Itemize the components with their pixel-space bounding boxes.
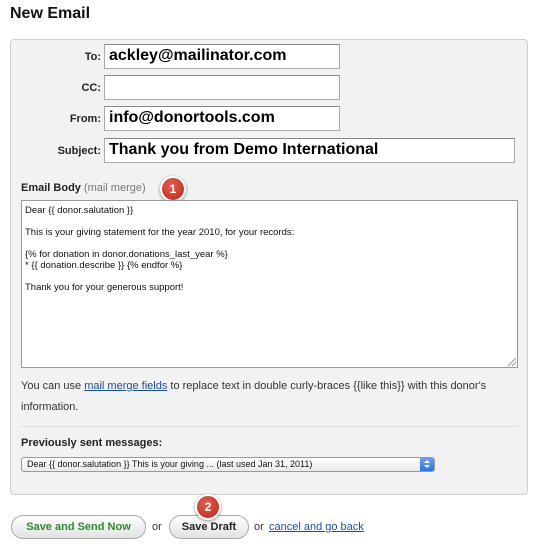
previous-messages-select[interactable]: Dear {{ donor.salutation }} This is your… [21, 457, 435, 472]
email-body-textarea[interactable]: Dear {{ donor.salutation }} This is your… [21, 200, 518, 368]
email-body-label: Email Body (mail merge) [21, 182, 146, 194]
to-label: To: [84, 51, 101, 63]
from-label: From: [69, 113, 101, 125]
subject-field[interactable]: Thank you from Demo International [104, 138, 515, 163]
email-form-panel: To: ackley@mailinator.com CC: From: info… [10, 39, 528, 495]
mail-merge-sublabel: (mail merge) [83, 182, 146, 194]
mail-merge-fields-link[interactable]: mail merge fields [84, 380, 167, 392]
cancel-link[interactable]: cancel and go back [269, 521, 364, 533]
callout-badge-2: 2 [195, 494, 221, 520]
save-and-send-button[interactable]: Save and Send Now [11, 515, 146, 539]
subject-label: Subject: [57, 145, 101, 157]
or-separator: or [254, 521, 264, 533]
help-prefix: You can use [21, 380, 85, 392]
from-field[interactable]: info@donortools.com [104, 106, 340, 131]
to-field[interactable]: ackley@mailinator.com [104, 44, 340, 69]
cc-field[interactable] [104, 75, 340, 100]
previous-messages-selected: Dear {{ donor.salutation }} This is your… [27, 459, 313, 469]
resize-grip-icon[interactable] [508, 358, 516, 366]
previous-messages-label: Previously sent messages: [21, 437, 163, 449]
email-body-label-text: Email Body [21, 182, 81, 194]
mail-merge-help: You can use mail merge fields to replace… [21, 376, 518, 418]
cc-label: CC: [81, 82, 101, 94]
callout-badge-1: 1 [160, 176, 186, 202]
select-arrows-icon [420, 458, 434, 471]
or-separator: or [152, 521, 162, 533]
page-title: New Email [10, 5, 91, 22]
divider [21, 426, 518, 427]
